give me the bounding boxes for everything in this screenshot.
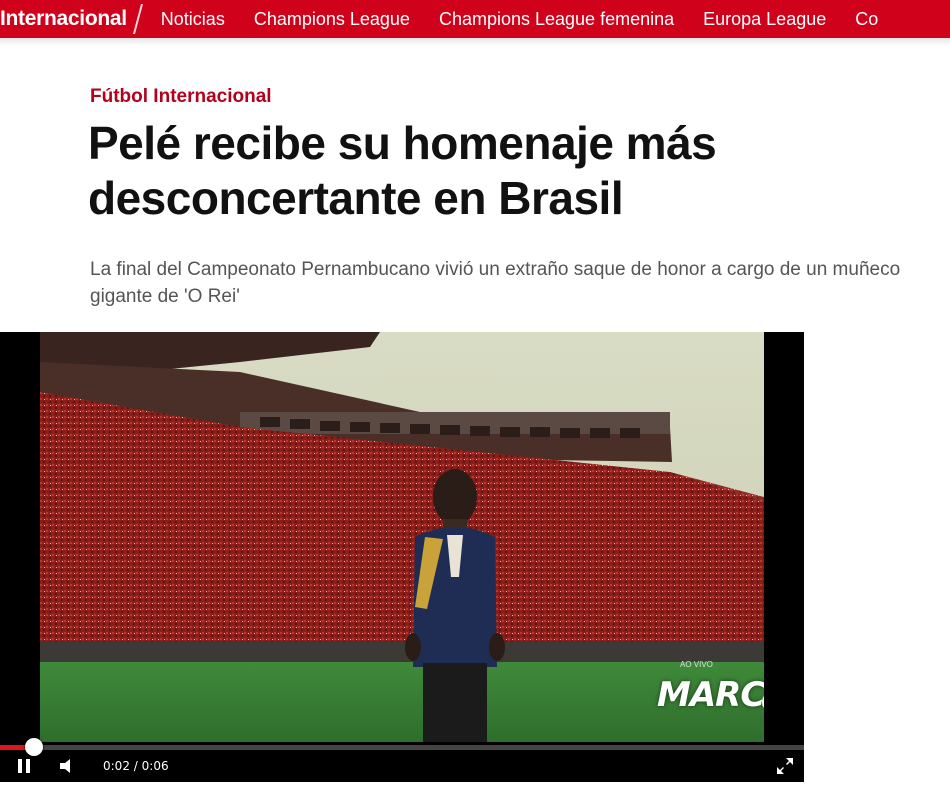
video-frame[interactable]: AO VIVO MARCA tv: [40, 332, 764, 742]
current-time: 0:02: [103, 759, 130, 773]
nav-item-europa-league[interactable]: Europa League: [703, 9, 826, 30]
nav-item-overflow[interactable]: Co: [855, 9, 878, 30]
article-headline: Pelé recibe su homenaje más desconcertan…: [88, 117, 717, 224]
video-player[interactable]: AO VIVO MARCA tv 0:02 / 0:06: [0, 332, 804, 782]
marca-tv-logo: MARCA: [657, 675, 764, 715]
player-controls: 0:02 / 0:06: [0, 750, 804, 782]
section-title[interactable]: Internacional: [0, 7, 127, 31]
volume-icon[interactable]: [60, 758, 78, 774]
live-tag: AO VIVO: [680, 660, 713, 669]
stadium-scene-image: [40, 332, 764, 742]
article-standfirst: La final del Campeonato Pernambucano viv…: [90, 259, 901, 307]
navbar-shadow: [0, 38, 950, 46]
nav-item-champions-league[interactable]: Champions League: [254, 9, 410, 30]
section-navbar: Internacional Noticias Champions League …: [0, 0, 950, 38]
article-kicker[interactable]: Fútbol Internacional: [90, 86, 272, 108]
time-display: 0:02 / 0:06: [103, 759, 169, 773]
nav-item-champions-league-femenina[interactable]: Champions League femenina: [439, 9, 674, 30]
fullscreen-icon[interactable]: [775, 756, 795, 776]
pause-icon[interactable]: [18, 758, 34, 774]
duration: / 0:06: [133, 759, 169, 773]
nav-divider: [132, 4, 143, 34]
nav-item-noticias[interactable]: Noticias: [161, 9, 225, 30]
